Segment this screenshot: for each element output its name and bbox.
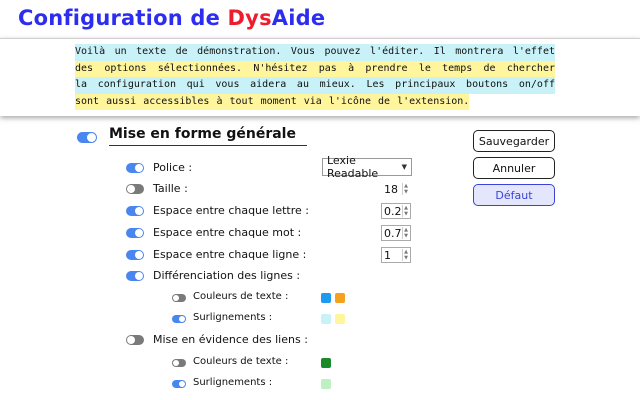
cancel-button[interactable]: Annuler: [473, 157, 555, 179]
demo-line-2: des options sélectionnées. N'hésitez pas…: [75, 60, 555, 77]
highlight-swatch-2[interactable]: [335, 314, 345, 324]
liens-surlignements-label: Surlignements :: [193, 377, 273, 388]
font-select[interactable]: Lexie Readable ▼: [322, 154, 412, 180]
chevron-down-icon: ▼: [401, 163, 407, 171]
title-prefix: Configuration de: [18, 6, 228, 30]
espace-ligne-value: 1: [384, 248, 391, 262]
demo-line-1: Voilà un texte de démonstration. Vous po…: [75, 44, 555, 61]
font-select-value: Lexie Readable: [327, 154, 379, 180]
spinner-icon[interactable]: ▲ ▼: [402, 183, 409, 195]
espace-lettre-value: 0.2: [384, 204, 402, 218]
link-highlight-swatch[interactable]: [321, 379, 331, 389]
diff-lignes-toggle[interactable]: [126, 271, 144, 281]
toggle-knob: [127, 185, 135, 193]
espace-ligne-input[interactable]: 1 ▲ ▼: [381, 247, 411, 263]
diff-surlignements-toggle[interactable]: [172, 315, 186, 323]
save-button[interactable]: Sauvegarder: [473, 130, 555, 152]
espace-mot-value: 0.7: [384, 226, 402, 240]
title-brand-aide: Aide: [271, 6, 326, 30]
demo-line-3: la configuration qui vous aidera au mieu…: [75, 77, 555, 94]
toggle-knob: [135, 207, 143, 215]
toggle-knob: [179, 316, 185, 322]
espace-ligne-label: Espace entre chaque ligne :: [153, 248, 307, 261]
color-swatch-2[interactable]: [335, 293, 345, 303]
taille-toggle[interactable]: [126, 184, 144, 194]
diff-couleurs-toggle[interactable]: [172, 294, 186, 302]
toggle-knob: [179, 381, 185, 387]
police-label: Police :: [153, 161, 193, 174]
section-toggle[interactable]: [77, 132, 97, 143]
espace-lettre-toggle[interactable]: [126, 206, 144, 216]
espace-ligne-toggle[interactable]: [126, 250, 144, 260]
highlight-swatch-1[interactable]: [321, 314, 331, 324]
toggle-knob: [173, 295, 179, 301]
color-swatch-1[interactable]: [321, 293, 331, 303]
link-color-swatch[interactable]: [321, 358, 331, 368]
taille-value: 18: [384, 182, 398, 196]
espace-lettre-input[interactable]: 0.2 ▲ ▼: [381, 203, 411, 219]
spinner-icon[interactable]: ▲ ▼: [402, 249, 409, 261]
toggle-knob: [173, 360, 179, 366]
demo-line-4: sont aussi accessibles à tout moment via…: [75, 93, 470, 110]
default-button[interactable]: Défaut: [473, 184, 555, 206]
liens-surlignements-toggle[interactable]: [172, 380, 186, 388]
espace-mot-input[interactable]: 0.7 ▲ ▼: [381, 225, 411, 241]
taille-input[interactable]: 18 ▲ ▼: [381, 181, 411, 197]
toggle-knob: [135, 272, 143, 280]
page-title: Configuration de DysAide: [18, 6, 325, 30]
espace-mot-label: Espace entre chaque mot :: [153, 226, 302, 239]
espace-lettre-label: Espace entre chaque lettre :: [153, 204, 309, 217]
police-toggle[interactable]: [126, 163, 144, 173]
demo-text-panel[interactable]: Voilà un texte de démonstration. Vous po…: [0, 38, 640, 116]
liens-couleurs-toggle[interactable]: [172, 359, 186, 367]
diff-couleurs-label: Couleurs de texte :: [193, 291, 289, 302]
toggle-knob: [127, 336, 135, 344]
spinner-icon[interactable]: ▲ ▼: [402, 227, 409, 239]
spinner-icon[interactable]: ▲ ▼: [402, 205, 409, 217]
toggle-knob: [87, 133, 96, 142]
taille-label: Taille :: [153, 182, 188, 195]
diff-lignes-label: Différenciation des lignes :: [153, 269, 301, 282]
section-title: Mise en forme générale: [109, 126, 307, 146]
toggle-knob: [135, 229, 143, 237]
diff-surlignements-label: Surlignements :: [193, 312, 273, 323]
espace-mot-toggle[interactable]: [126, 228, 144, 238]
toggle-knob: [135, 251, 143, 259]
toggle-knob: [135, 164, 143, 172]
liens-toggle[interactable]: [126, 335, 144, 345]
title-brand-dys: Dys: [227, 6, 272, 30]
demo-text-editable[interactable]: Voilà un texte de démonstration. Vous po…: [75, 44, 555, 117]
liens-couleurs-label: Couleurs de texte :: [193, 356, 289, 367]
liens-label: Mise en évidence des liens :: [153, 333, 308, 346]
